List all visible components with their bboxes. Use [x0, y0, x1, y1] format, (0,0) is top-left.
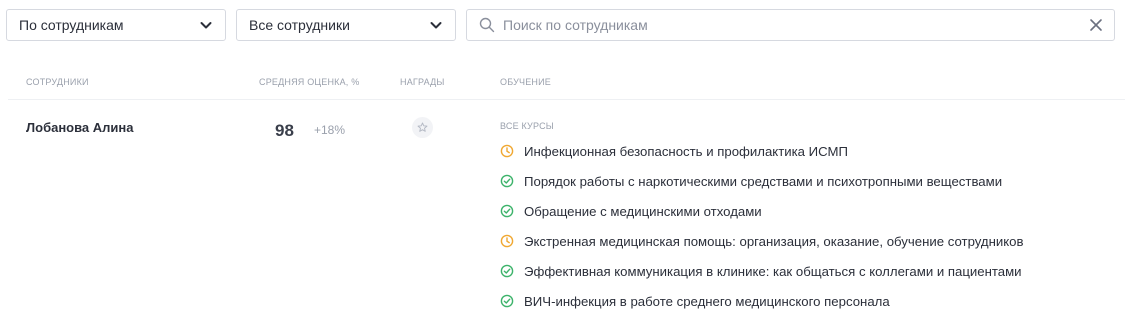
course-item[interactable]: Эффективная коммуникация в клинике: как … [500, 261, 1022, 281]
group-by-select[interactable]: По сотрудникам [6, 9, 226, 41]
score-delta: +18% [314, 123, 346, 137]
course-title: Обращение с медицинскими отходами [524, 203, 762, 219]
clock-icon [500, 234, 514, 248]
clock-icon [500, 144, 514, 158]
column-header-staff[interactable]: Сотрудники [26, 77, 89, 87]
course-item[interactable]: Инфекционная безопасность и профилактика… [500, 141, 848, 161]
group-by-select-value: По сотрудникам [19, 17, 124, 33]
course-item[interactable]: ВИЧ-инфекция в работе среднего медицинск… [500, 291, 890, 311]
star-icon[interactable] [412, 117, 433, 138]
column-header-score[interactable]: Средняя оценка, % [259, 77, 359, 87]
chevron-down-icon [429, 18, 443, 32]
course-title: Экстренная медицинская помощь: организац… [524, 233, 1024, 249]
course-title: Эффективная коммуникация в клинике: как … [524, 263, 1022, 279]
courses-title: Все курсы [500, 121, 554, 131]
staff-filter-select-value: Все сотрудники [249, 17, 350, 33]
check-circle-icon [500, 204, 514, 218]
chevron-down-icon [199, 18, 213, 32]
column-header-awards[interactable]: Награды [400, 77, 445, 87]
check-circle-icon [500, 294, 514, 308]
course-item[interactable]: Экстренная медицинская помощь: организац… [500, 231, 1024, 251]
table-header: Сотрудники Средняя оценка, % Награды Обу… [0, 77, 1125, 99]
course-item[interactable]: Порядок работы с наркотическими средства… [500, 171, 1002, 191]
column-header-learning[interactable]: Обучение [500, 77, 551, 87]
staff-filter-select[interactable]: Все сотрудники [236, 9, 456, 41]
check-circle-icon [500, 264, 514, 278]
average-score: 98 [275, 121, 294, 140]
check-circle-icon [500, 174, 514, 188]
employee-name[interactable]: Лобанова Алина [26, 120, 134, 135]
course-title: ВИЧ-инфекция в работе среднего медицинск… [524, 293, 890, 309]
search-icon [479, 17, 495, 33]
course-title: Порядок работы с наркотическими средства… [524, 173, 1003, 189]
course-title: Инфекционная безопасность и профилактика… [524, 143, 848, 159]
close-icon[interactable] [1088, 17, 1104, 33]
table-row: Лобанова Алина 98 +18% Все курсы Инфекци… [0, 100, 1125, 314]
search-box [466, 9, 1115, 41]
search-input[interactable] [503, 17, 1088, 33]
course-item[interactable]: Обращение с медицинскими отходами [500, 201, 762, 221]
